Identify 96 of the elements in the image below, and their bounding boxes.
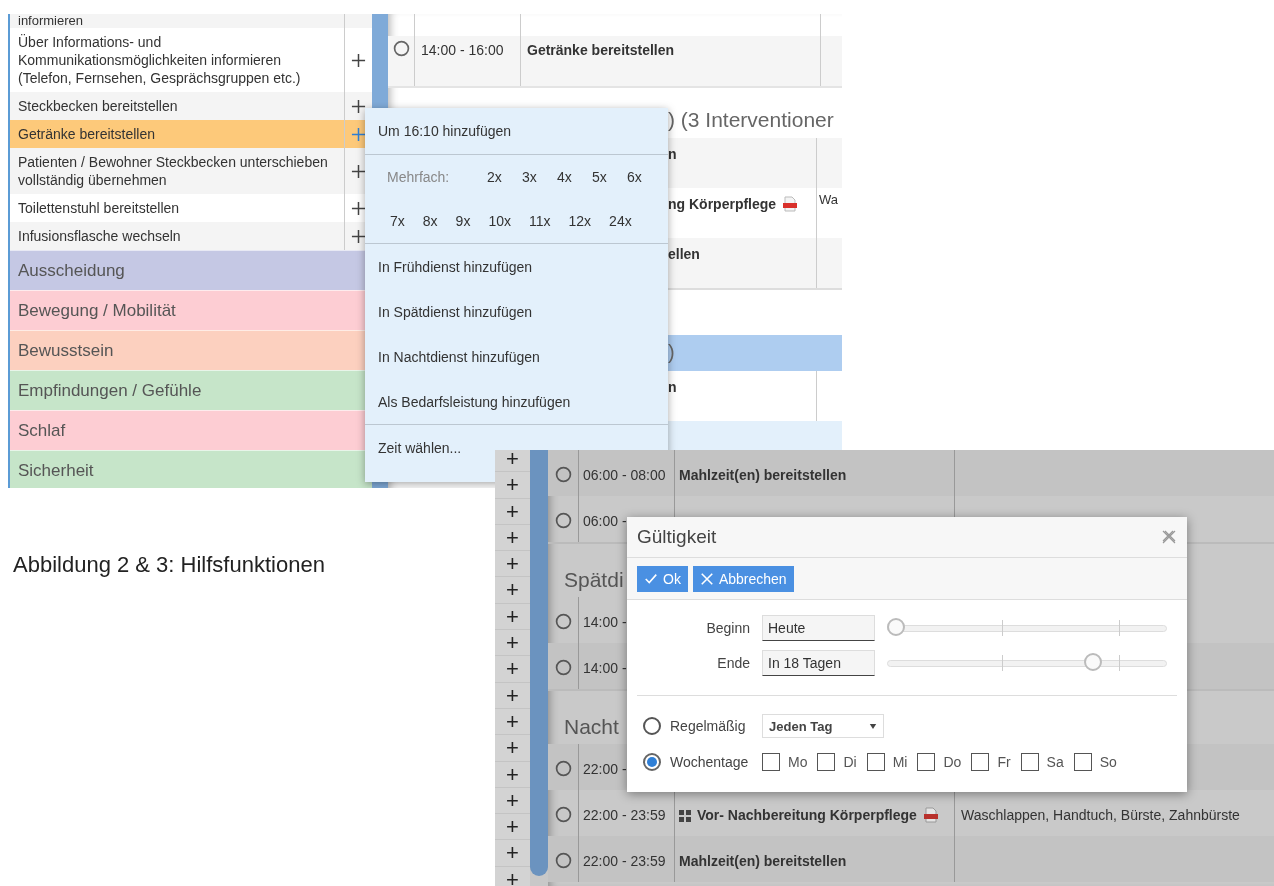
multiple-option[interactable]: 8x: [422, 213, 438, 229]
radio-icon[interactable]: [554, 852, 572, 869]
time-text: 22:00 - 23:59: [583, 807, 666, 823]
column-header: n: [668, 146, 677, 162]
checkbox[interactable]: [971, 753, 990, 771]
slider-thumb[interactable]: [1083, 652, 1102, 671]
day-label: Mo: [787, 754, 808, 770]
time-text: 14:00 -: [583, 660, 627, 676]
radio-icon[interactable]: [554, 512, 572, 529]
grid-icon: [679, 810, 691, 822]
figure-caption: Abbildung 2 & 3: Hilfsfunktionen: [13, 552, 325, 578]
time-text: 22:00 - 23:59: [583, 853, 666, 869]
day-label: So: [1098, 754, 1117, 770]
section-heading: ): [668, 341, 675, 363]
plus-icon[interactable]: [351, 163, 366, 179]
day-label: Mi: [891, 754, 908, 770]
day-label: Di: [842, 754, 857, 770]
list-item[interactable]: informieren: [10, 14, 372, 28]
section-heading: Nacht: [564, 715, 619, 738]
item-label: Toilettenstuhl bereitstellen: [17, 199, 181, 218]
scrollbar[interactable]: [530, 450, 548, 876]
field-label: Beginn: [705, 619, 751, 636]
note-text: Waschlappen, Handtuch, Bürste, Zahnbürste: [961, 807, 1240, 823]
multiple-option[interactable]: 3x: [522, 169, 557, 185]
note-text: Wa: [819, 192, 839, 207]
add-button[interactable]: +: [495, 866, 530, 886]
item-label: Getränke bereitstellen: [17, 125, 156, 144]
slider-thumb[interactable]: [887, 617, 905, 636]
close-icon[interactable]: [1161, 529, 1177, 545]
option-label: Regelmäßig: [669, 718, 747, 734]
day-label: Fr: [996, 754, 1011, 770]
task-title: Getränke bereitstellen: [527, 42, 675, 58]
radio-icon[interactable]: [392, 40, 410, 57]
checkbox[interactable]: [1073, 753, 1092, 771]
field-label: Ende: [716, 654, 751, 671]
option-label: Wochentage: [669, 754, 750, 770]
multiple-option[interactable]: 6x: [627, 169, 662, 185]
plus-icon[interactable]: [351, 228, 366, 244]
day-label: Sa: [1045, 754, 1064, 770]
repeat-dropdown[interactable]: Jeden Tag: [762, 714, 884, 738]
pdf-icon[interactable]: [782, 196, 799, 212]
column-header: n: [668, 379, 677, 395]
pdf-icon[interactable]: [922, 807, 939, 823]
checkbox[interactable]: [866, 753, 885, 771]
dialog-title: Gültigkeit: [637, 526, 717, 548]
check-icon: [644, 571, 658, 586]
multiple-option[interactable]: 12x: [568, 213, 592, 229]
multiple-option[interactable]: 9x: [455, 213, 471, 229]
time-text: 06:00 -: [583, 513, 627, 529]
radio-button[interactable]: [643, 717, 661, 735]
radio-icon[interactable]: [554, 613, 572, 630]
plus-icon[interactable]: [351, 200, 366, 216]
radio-button[interactable]: [643, 753, 661, 771]
multiple-option[interactable]: 2x: [487, 169, 522, 185]
radio-icon[interactable]: [554, 760, 572, 777]
task-title: Mahlzeit(en) bereitstellen: [679, 467, 847, 483]
item-label: Patienten / Bewohner Steckbecken unterschieben vollständig übernehmen: [17, 153, 329, 190]
task-title: ellen: [668, 246, 700, 262]
caret-icon: [869, 722, 877, 730]
plus-icon[interactable]: [351, 98, 366, 114]
date-field[interactable]: In 18 Tagen: [762, 649, 875, 676]
radio-icon[interactable]: [554, 806, 572, 823]
multiple-option[interactable]: 7x: [390, 213, 405, 229]
plus-icon[interactable]: [351, 52, 366, 68]
item-label: Steckbecken bereitstellen: [17, 97, 179, 116]
day-label: Do: [942, 754, 962, 770]
range-slider[interactable]: [887, 616, 1167, 639]
range-slider[interactable]: [887, 651, 1167, 674]
radio-icon[interactable]: [554, 466, 572, 483]
close-icon: [699, 571, 714, 586]
menu-label: Mehrfach:: [386, 169, 451, 185]
time-text: 22:00 -: [583, 761, 627, 777]
time-text: 14:00 - 16:00: [421, 42, 504, 58]
checkbox[interactable]: [762, 753, 780, 771]
item-label: Über Informations- und Kommunikationsmöglichkeiten informieren (Telefon, Fernsehen, Gesprächsgruppen etc.): [17, 33, 302, 88]
section-heading: Spätdi: [564, 568, 624, 591]
task-title: ng Körperpflege: [668, 196, 777, 212]
time-text: 06:00 - 08:00: [583, 467, 666, 483]
time-text: 14:00 -: [583, 614, 627, 630]
radio-icon[interactable]: [554, 659, 572, 676]
task-title: Mahlzeit(en) bereitstellen: [679, 853, 847, 869]
menu-item[interactable]: Zeit wählen...: [378, 425, 462, 471]
checkbox[interactable]: [817, 753, 836, 771]
task-title: Vor- Nachbereitung Körperpflege: [697, 807, 917, 823]
item-label: Infusionsflasche wechseln: [17, 227, 182, 246]
multiple-option[interactable]: 5x: [592, 169, 627, 185]
multiple-option[interactable]: 10x: [488, 213, 511, 229]
list-item[interactable]: Steckbecken bereitstellen: [10, 92, 372, 120]
multiple-option[interactable]: 4x: [557, 169, 592, 185]
multiple-option[interactable]: 11x: [528, 213, 551, 229]
date-field[interactable]: Heute: [762, 614, 875, 641]
multiple-option[interactable]: 24x: [609, 213, 632, 229]
checkbox[interactable]: [917, 753, 936, 771]
category-row[interactable]: Sicherheit: [10, 450, 372, 488]
item-label: informieren: [17, 14, 85, 28]
checkbox[interactable]: [1020, 753, 1039, 771]
